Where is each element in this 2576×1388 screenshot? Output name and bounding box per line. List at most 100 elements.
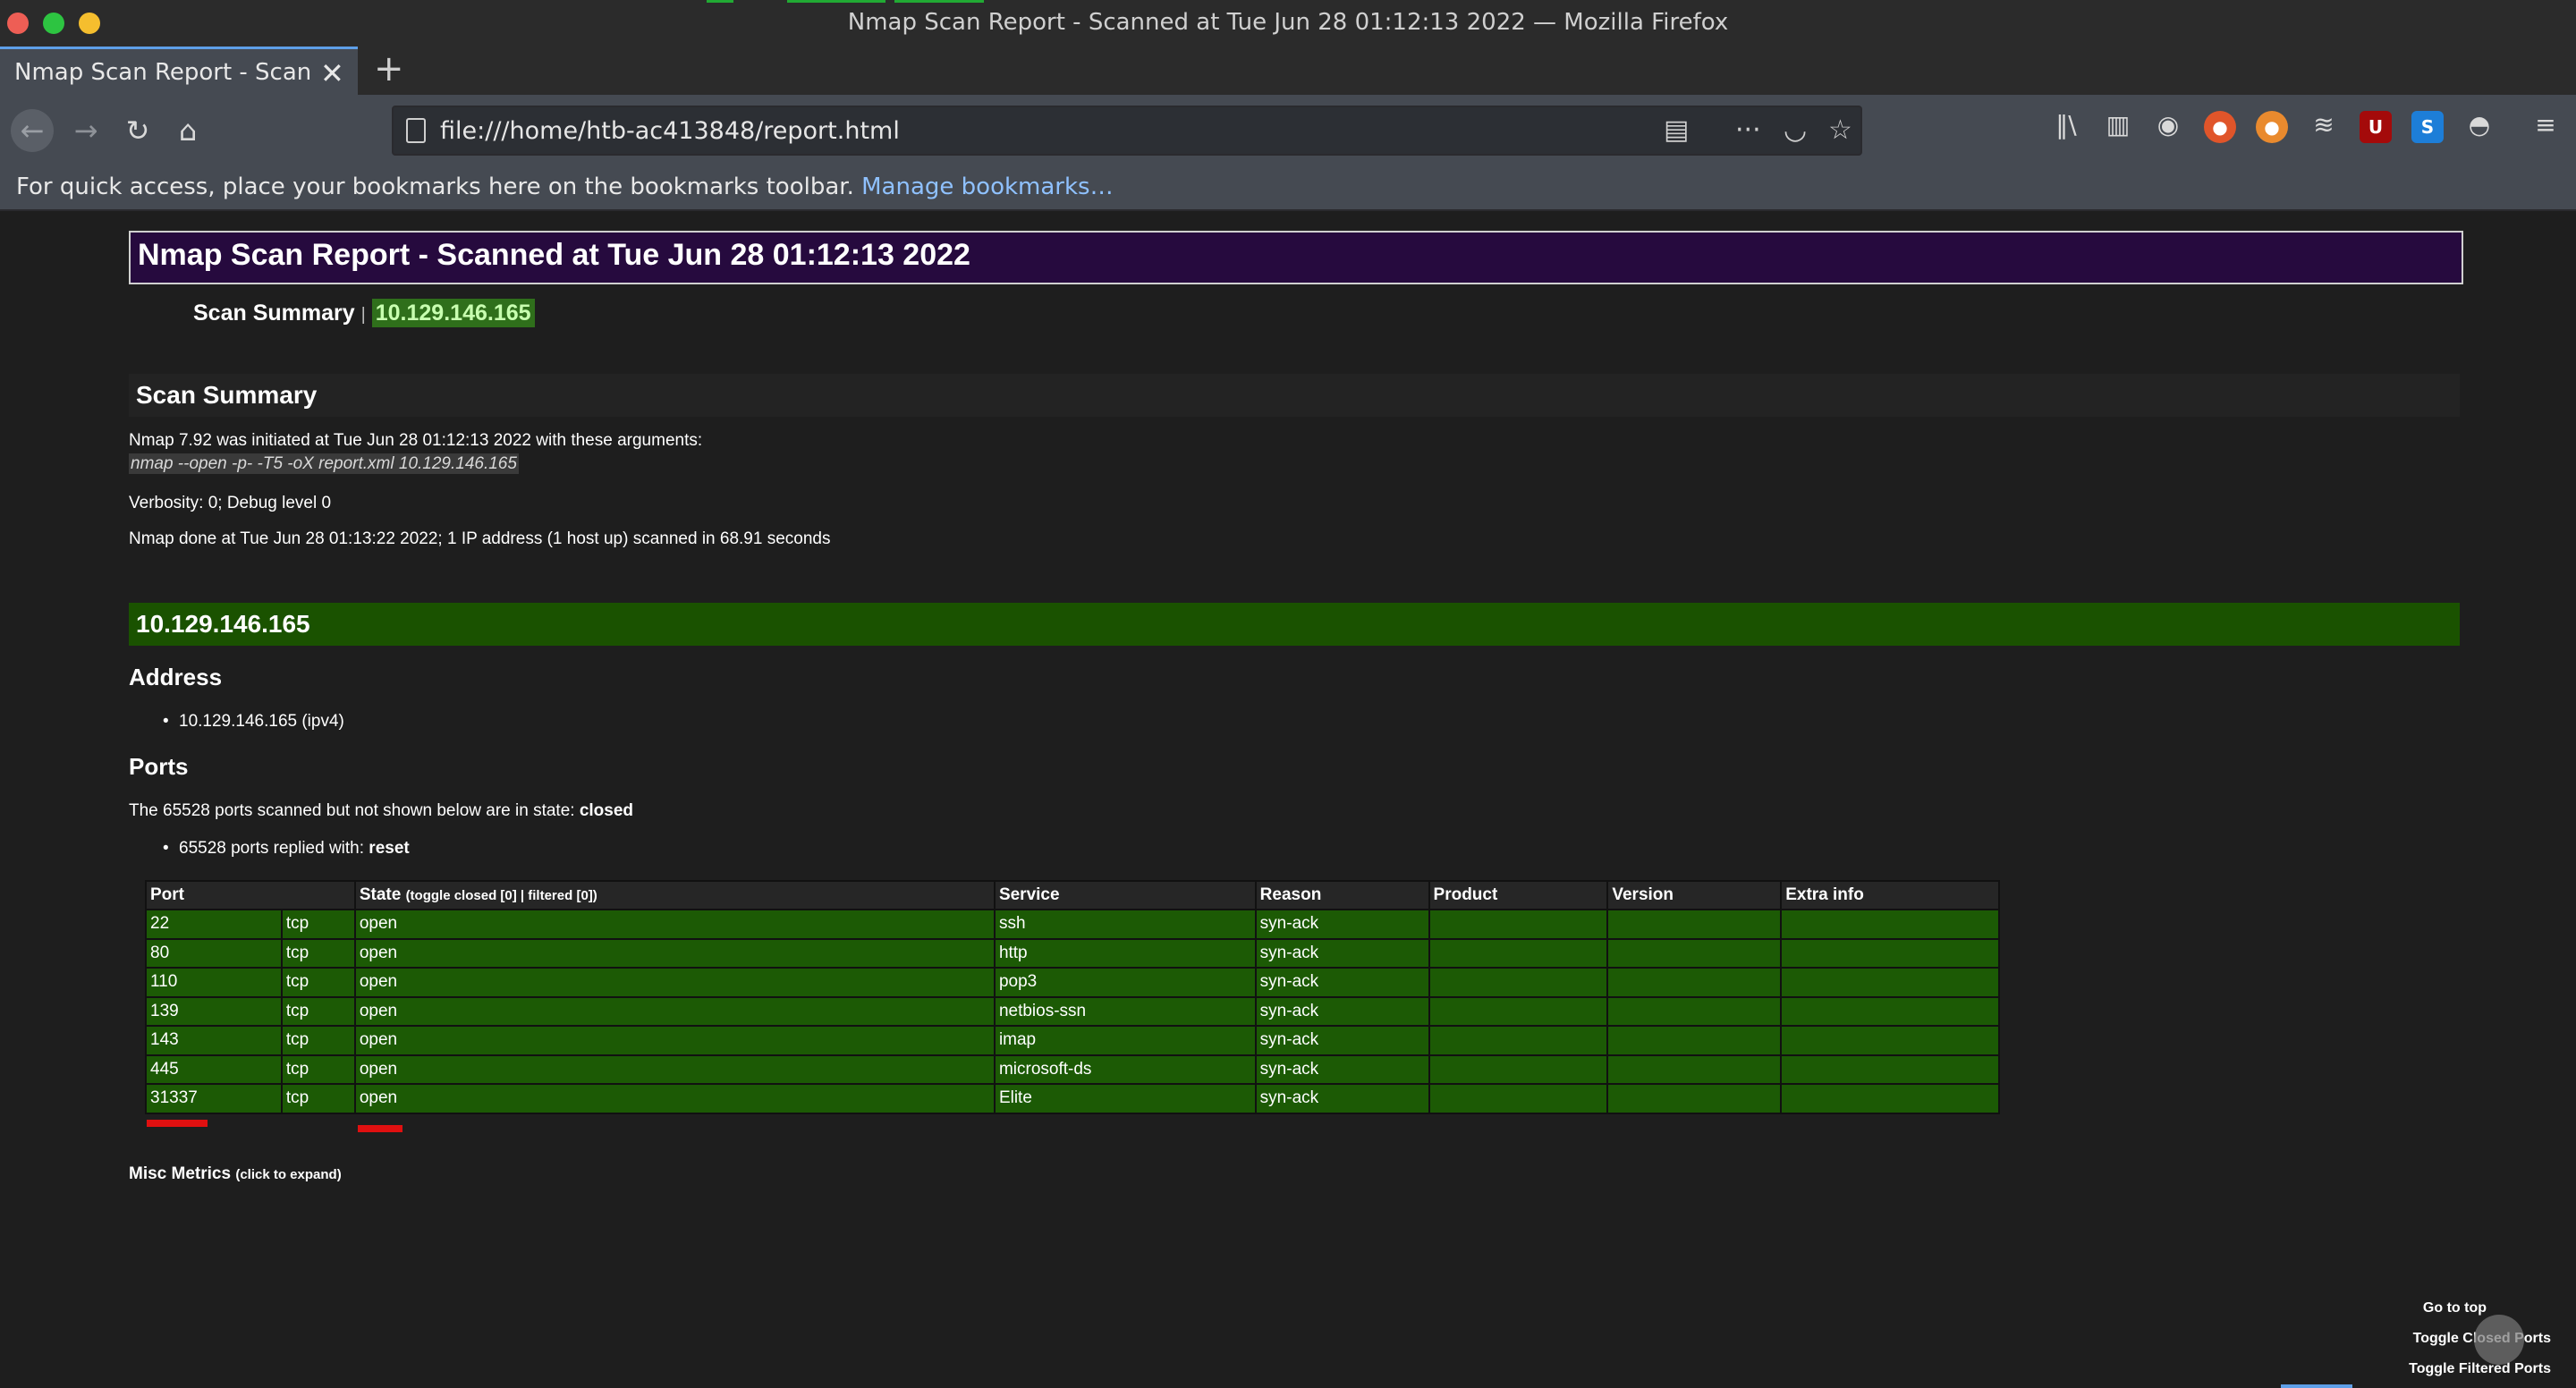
table-row: 22 tcp open ssh syn-ack bbox=[145, 909, 2000, 940]
cell-extra bbox=[1780, 995, 2000, 1027]
cell-proto: tcp bbox=[280, 909, 356, 940]
cell-version bbox=[1606, 1054, 1783, 1085]
reload-icon: ↻ bbox=[125, 114, 150, 148]
extension-cookie-icon[interactable]: ● bbox=[2256, 111, 2288, 143]
tab-report[interactable]: Nmap Scan Report - Scanned at Tue Jun 28… bbox=[0, 47, 358, 95]
manage-bookmarks-link[interactable]: Manage bookmarks… bbox=[861, 174, 1113, 200]
table-row: 143 tcp open imap syn-ack bbox=[145, 1025, 2000, 1056]
cell-port: 22 bbox=[145, 909, 283, 940]
page-actions-icon[interactable]: ··· bbox=[1735, 114, 1761, 146]
cell-state: open bbox=[353, 1054, 996, 1085]
misc-metrics-toggle[interactable]: Misc Metrics (click to expand) bbox=[129, 1164, 342, 1184]
cell-reason: syn-ack bbox=[1254, 995, 1430, 1027]
go-to-top-link[interactable]: Go to top bbox=[2423, 1300, 2487, 1316]
cell-product bbox=[1428, 1054, 1609, 1085]
table-row: 80 tcp open http syn-ack bbox=[145, 937, 2000, 969]
cell-state: open bbox=[353, 937, 996, 969]
cell-port: 80 bbox=[145, 937, 283, 969]
sidebar-icon[interactable]: ▥ bbox=[2102, 109, 2134, 141]
cell-extra bbox=[1780, 1083, 2000, 1114]
account-icon[interactable]: ◉ bbox=[2152, 109, 2184, 141]
cell-port: 445 bbox=[145, 1054, 283, 1085]
host-header: 10.129.146.165 bbox=[129, 603, 2460, 646]
pocket-icon[interactable]: ◡ bbox=[1784, 114, 1807, 146]
bookmarks-message: For quick access, place your bookmarks h… bbox=[16, 174, 854, 200]
report-title: Nmap Scan Report - Scanned at Tue Jun 28… bbox=[129, 231, 2463, 284]
cell-version bbox=[1606, 995, 1783, 1027]
cell-port: 110 bbox=[145, 967, 283, 998]
scan-summary-link[interactable]: Scan Summary bbox=[193, 300, 355, 326]
address-header: Address bbox=[129, 664, 223, 690]
tab-close-icon[interactable]: ✕ bbox=[320, 56, 344, 90]
cell-product bbox=[1428, 967, 1609, 998]
url-bar[interactable]: file:///home/htb-ac413848/report.html ▤ … bbox=[392, 106, 1862, 156]
navigation-toolbar: ← → ↻ ⌂ file:///home/htb-ac413848/report… bbox=[0, 95, 2576, 166]
col-state-label: State bbox=[359, 885, 402, 904]
host-link[interactable]: 10.129.146.165 bbox=[371, 299, 535, 327]
cell-reason: syn-ack bbox=[1254, 937, 1430, 969]
cell-extra bbox=[1780, 1025, 2000, 1056]
cell-state: open bbox=[353, 1025, 996, 1056]
cell-proto: tcp bbox=[280, 937, 356, 969]
replied-item: 65528 ports replied with: reset bbox=[163, 839, 410, 859]
back-button[interactable]: ← bbox=[11, 109, 54, 152]
cell-extra bbox=[1780, 1054, 2000, 1085]
nmap-arguments: nmap --open -p- -T5 -oX report.xml 10.12… bbox=[129, 453, 519, 474]
cell-version bbox=[1606, 967, 1783, 998]
replied-text: 65528 ports replied with: bbox=[179, 839, 369, 858]
col-version: Version bbox=[1606, 880, 1783, 910]
table-row: 445 tcp open microsoft-ds syn-ack bbox=[145, 1054, 2000, 1085]
ports-note: The 65528 ports scanned but not shown be… bbox=[129, 801, 633, 821]
cell-service: Elite bbox=[993, 1083, 1257, 1114]
library-icon[interactable]: ‖\ bbox=[2050, 109, 2082, 141]
cell-port: 139 bbox=[145, 995, 283, 1027]
extension-spy-icon[interactable]: ◓ bbox=[2463, 109, 2496, 141]
reader-view-icon[interactable]: ▤ bbox=[1664, 114, 1689, 146]
cell-proto: tcp bbox=[280, 1054, 356, 1085]
title-accent-bar bbox=[787, 0, 886, 3]
extension-s-icon[interactable]: S bbox=[2411, 111, 2444, 143]
home-icon: ⌂ bbox=[178, 114, 198, 148]
cell-product bbox=[1428, 995, 1609, 1027]
scroll-indicator bbox=[2281, 1384, 2352, 1388]
toggle-filtered-ports-link[interactable]: Toggle Filtered Ports bbox=[2409, 1361, 2551, 1377]
title-accent-bar bbox=[894, 0, 984, 3]
cell-reason: syn-ack bbox=[1254, 1025, 1430, 1056]
table-row: 139 tcp open netbios-ssn syn-ack bbox=[145, 995, 2000, 1027]
red-underline-mark bbox=[358, 1125, 402, 1132]
reload-button[interactable]: ↻ bbox=[116, 109, 159, 152]
extension-wappalyzer-icon[interactable]: ≋ bbox=[2308, 109, 2340, 141]
scan-done-text: Nmap done at Tue Jun 28 01:13:22 2022; 1… bbox=[129, 529, 831, 548]
cell-product bbox=[1428, 937, 1609, 969]
cell-version bbox=[1606, 1025, 1783, 1056]
nav-separator: | bbox=[360, 305, 366, 325]
home-button[interactable]: ⌂ bbox=[166, 109, 209, 152]
cell-state: open bbox=[353, 1083, 996, 1114]
back-arrow-icon: ← bbox=[20, 114, 45, 148]
report-nav: Scan Summary | 10.129.146.165 bbox=[193, 299, 535, 327]
cell-state: open bbox=[353, 967, 996, 998]
extension-fox-icon[interactable]: ● bbox=[2204, 111, 2236, 143]
url-text[interactable]: file:///home/htb-ac413848/report.html bbox=[440, 117, 900, 145]
ports-note-state: closed bbox=[579, 801, 634, 820]
col-port: Port bbox=[145, 880, 356, 910]
floating-action-circle[interactable] bbox=[2474, 1315, 2524, 1365]
forward-button[interactable]: → bbox=[64, 109, 107, 152]
cell-port: 143 bbox=[145, 1025, 283, 1056]
menu-hamburger-icon[interactable]: ≡ bbox=[2529, 109, 2562, 141]
toggle-state-link[interactable]: (toggle closed [0] | filtered [0]) bbox=[406, 888, 597, 903]
cell-product bbox=[1428, 1083, 1609, 1114]
extension-ublock-icon[interactable]: U bbox=[2360, 111, 2392, 143]
page-icon bbox=[406, 118, 426, 143]
verbosity-text: Verbosity: 0; Debug level 0 bbox=[129, 494, 332, 512]
col-reason: Reason bbox=[1254, 880, 1430, 910]
ports-note-text: The 65528 ports scanned but not shown be… bbox=[129, 801, 580, 820]
bookmark-star-icon[interactable]: ☆ bbox=[1828, 114, 1852, 146]
col-extra: Extra info bbox=[1780, 880, 2000, 910]
new-tab-button[interactable]: + bbox=[374, 48, 404, 89]
arguments-line: nmap --open -p- -T5 -oX report.xml 10.12… bbox=[129, 453, 519, 474]
cell-extra bbox=[1780, 967, 2000, 998]
cell-reason: syn-ack bbox=[1254, 909, 1430, 940]
cell-extra bbox=[1780, 909, 2000, 940]
cell-service: netbios-ssn bbox=[993, 995, 1257, 1027]
